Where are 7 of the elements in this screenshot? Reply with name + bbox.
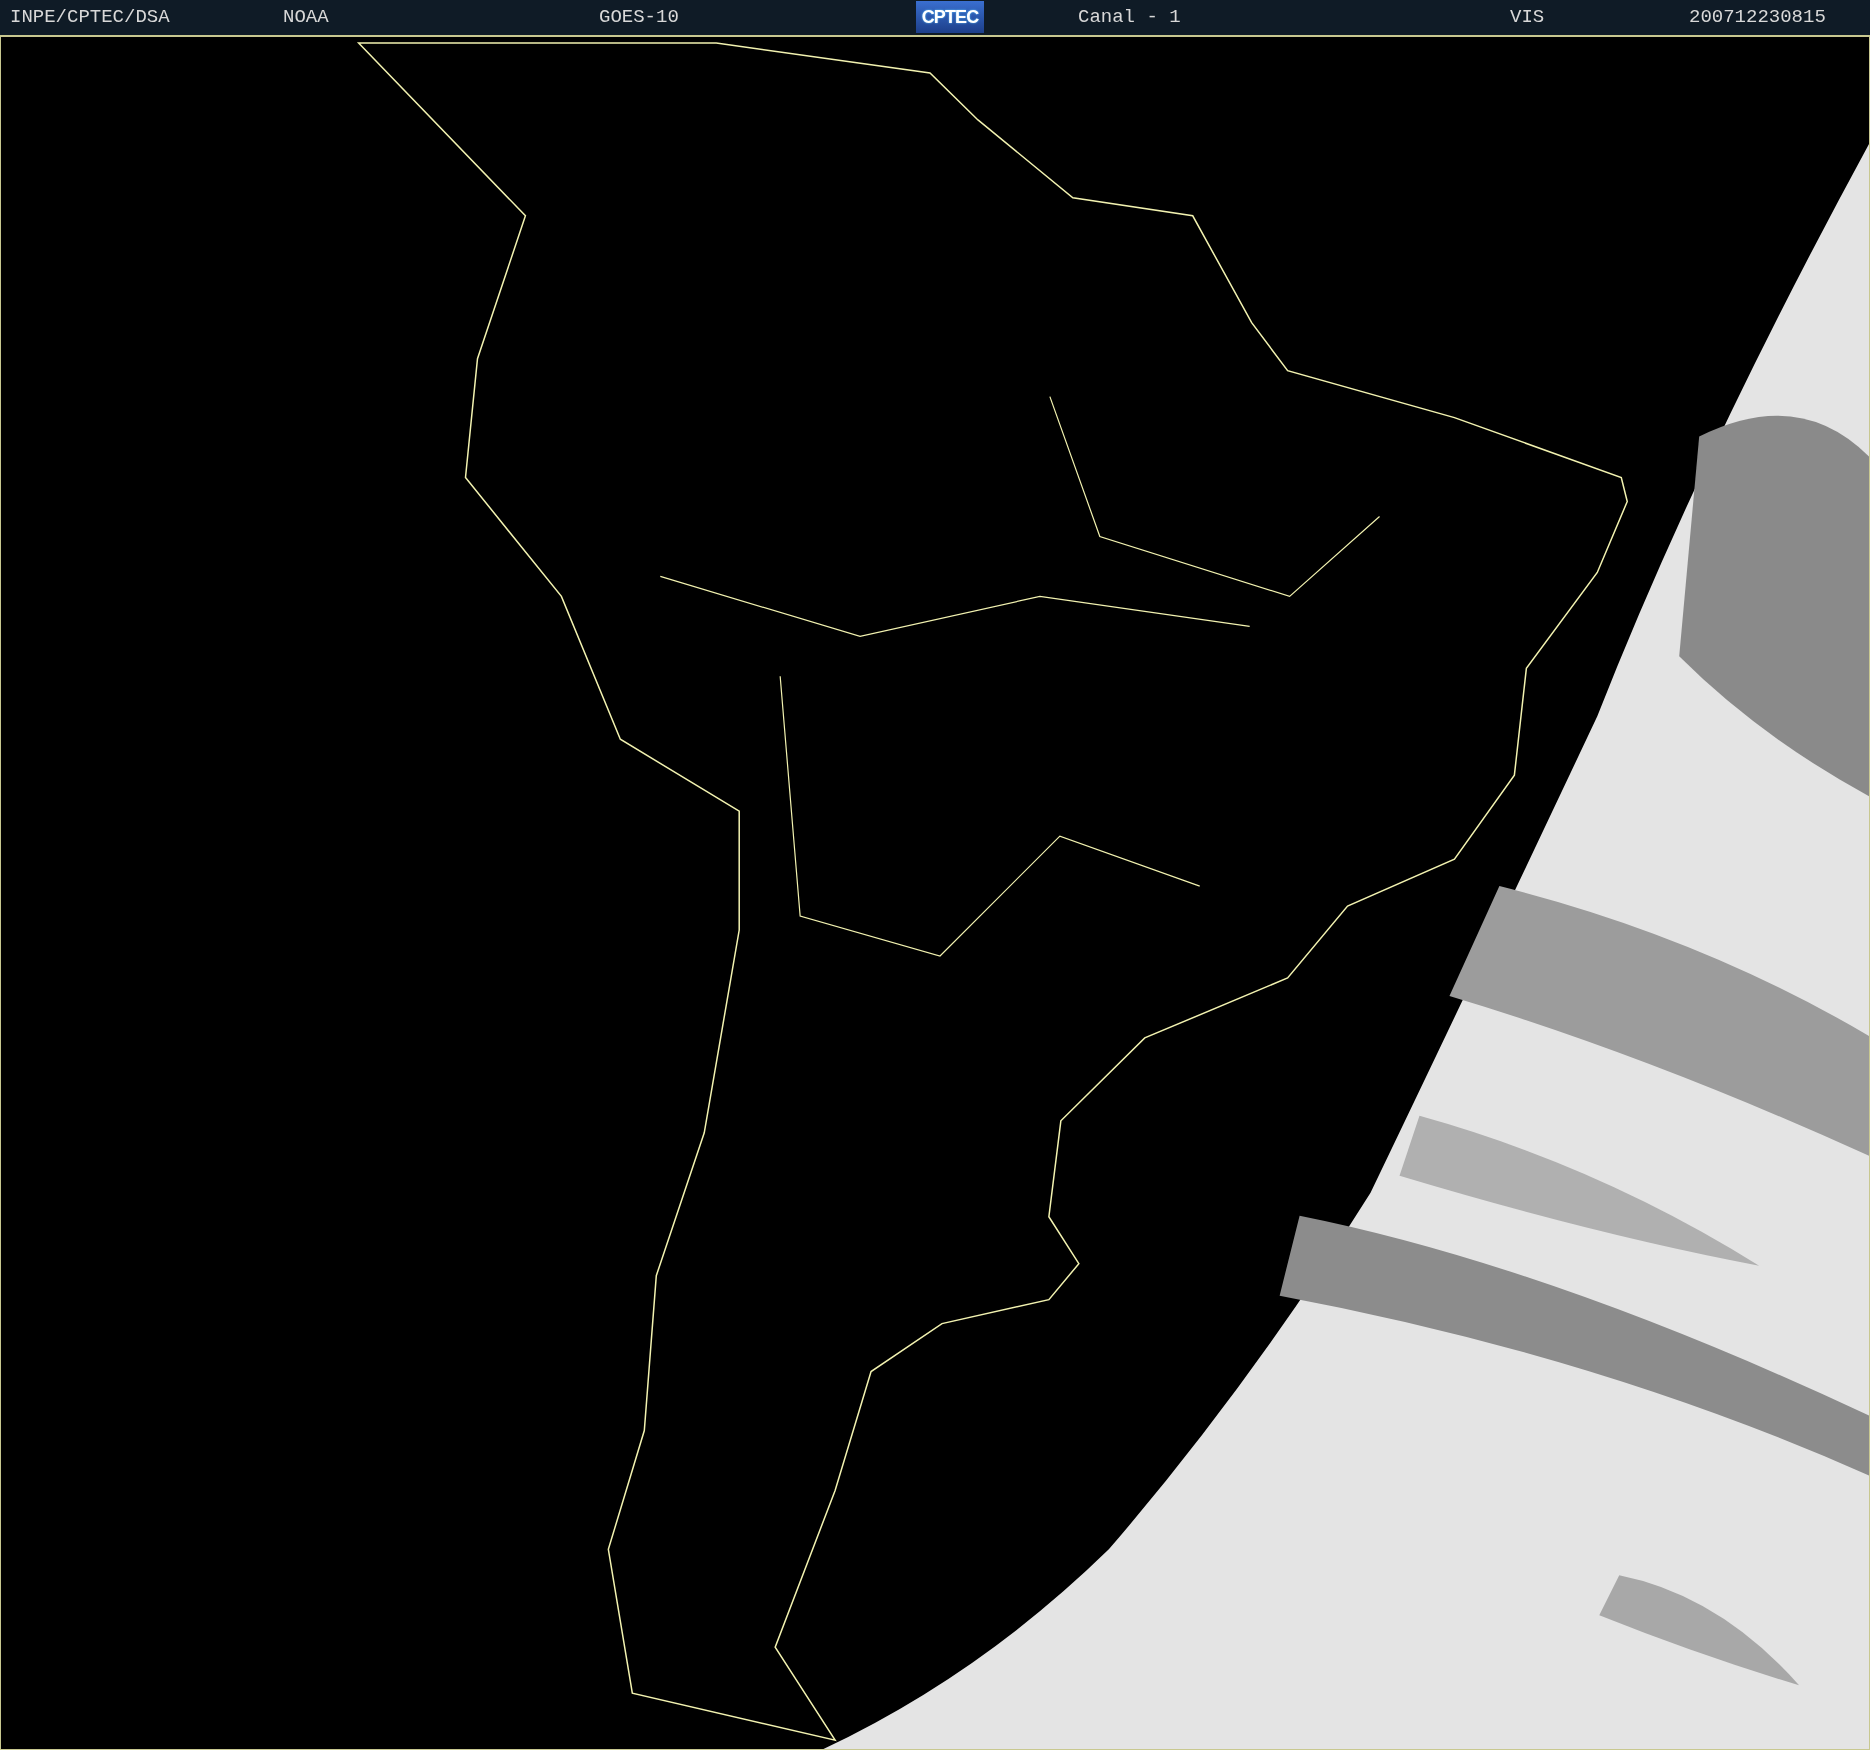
header-label: 200712230815	[1689, 5, 1826, 31]
header-label: NOAA	[283, 5, 329, 31]
logo: CPTEC	[916, 1, 984, 34]
header-label: VIS	[1510, 5, 1545, 31]
header-label: INPE/CPTEC/DSA	[10, 5, 170, 31]
header-label: Canal - 1	[1078, 5, 1181, 31]
header-label: GOES-10	[599, 5, 679, 31]
